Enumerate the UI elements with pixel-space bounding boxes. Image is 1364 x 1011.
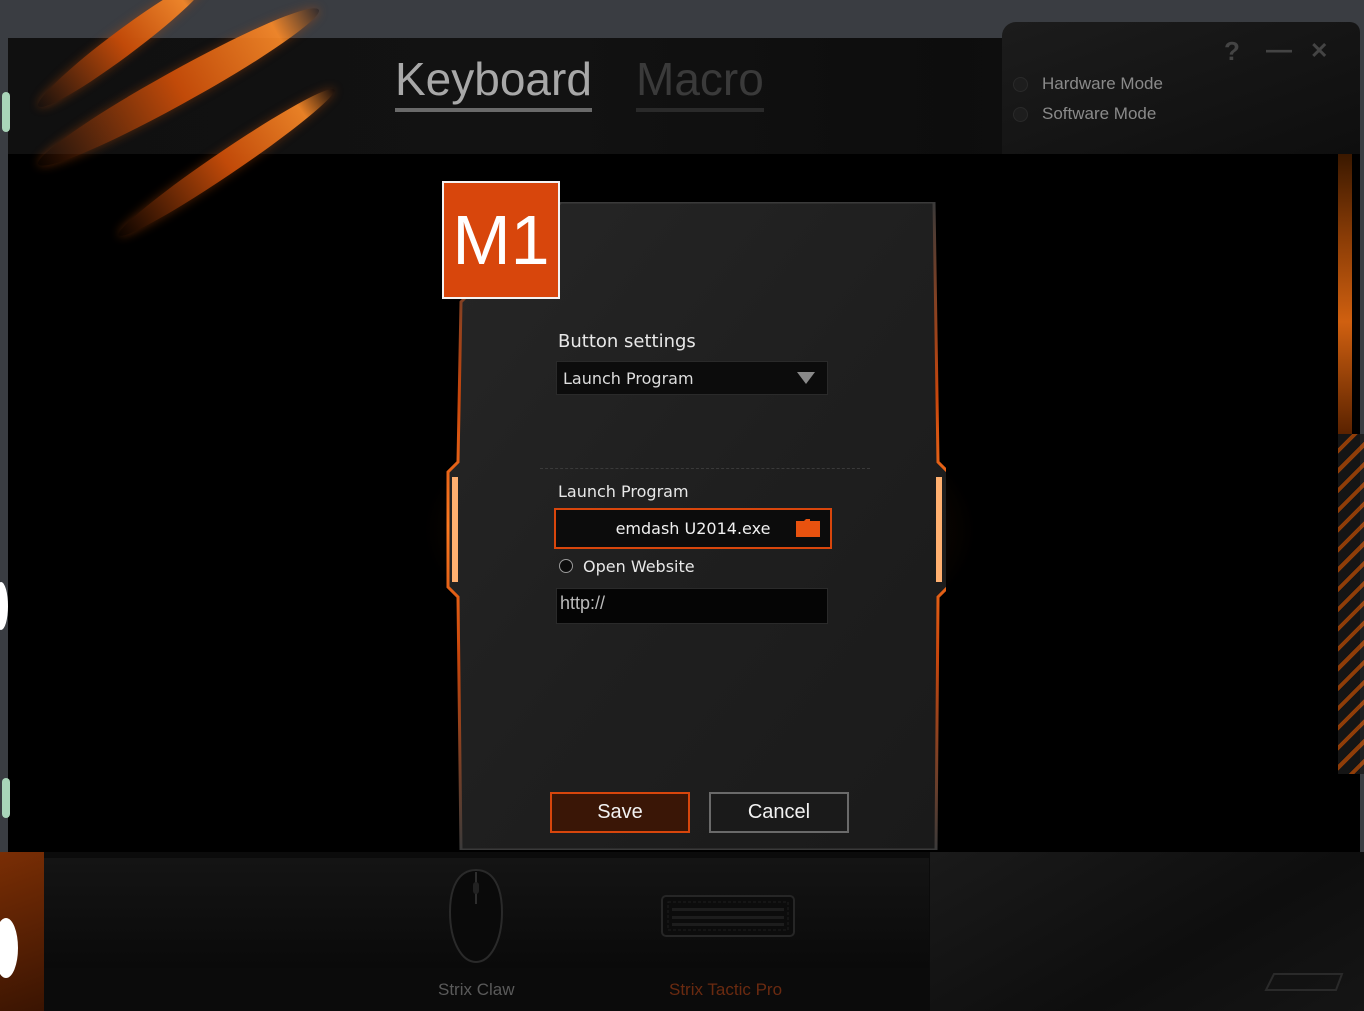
action-select-value: Launch Program bbox=[563, 368, 694, 388]
action-select[interactable]: Launch Program bbox=[556, 361, 828, 395]
software-mode-option[interactable]: Software Mode bbox=[1013, 104, 1156, 124]
open-website-radio[interactable] bbox=[559, 559, 573, 573]
folder-icon[interactable] bbox=[796, 519, 820, 537]
help-button[interactable]: ? bbox=[1224, 36, 1240, 67]
tab-keyboard[interactable]: Keyboard bbox=[395, 52, 592, 112]
close-button[interactable]: ✕ bbox=[1310, 38, 1328, 64]
decorative-stripe bbox=[1338, 434, 1364, 774]
key-badge: M1 bbox=[442, 181, 560, 299]
keyboard-icon[interactable] bbox=[660, 892, 796, 940]
chevron-down-icon[interactable] bbox=[797, 372, 815, 384]
url-input[interactable]: http:// bbox=[556, 588, 828, 624]
radio-icon[interactable] bbox=[1013, 106, 1028, 122]
cancel-button[interactable]: Cancel bbox=[709, 792, 849, 833]
decorative-stripe bbox=[1338, 154, 1352, 434]
program-path-field[interactable]: emdash U2014.exe bbox=[554, 508, 832, 549]
mouse-icon[interactable] bbox=[446, 868, 506, 966]
launch-program-label: Launch Program bbox=[558, 482, 689, 501]
edge-artifact bbox=[0, 582, 8, 630]
divider bbox=[540, 468, 870, 469]
open-website-label: Open Website bbox=[583, 557, 695, 576]
save-button[interactable]: Save bbox=[550, 792, 690, 833]
edge-artifact bbox=[2, 778, 10, 818]
device-label-strix-claw[interactable]: Strix Claw bbox=[438, 980, 515, 1000]
program-path-value: emdash U2014.exe bbox=[615, 519, 771, 538]
brand-logo bbox=[1264, 973, 1344, 991]
button-settings-label: Button settings bbox=[558, 331, 696, 352]
tab-macro[interactable]: Macro bbox=[636, 52, 764, 112]
hardware-mode-label: Hardware Mode bbox=[1042, 74, 1163, 93]
device-label-strix-tactic-pro[interactable]: Strix Tactic Pro bbox=[669, 980, 782, 1000]
radio-icon[interactable] bbox=[1013, 76, 1028, 92]
minimize-button[interactable]: — bbox=[1266, 34, 1292, 65]
edge-artifact bbox=[2, 92, 10, 132]
hardware-mode-option[interactable]: Hardware Mode bbox=[1013, 74, 1163, 94]
software-mode-label: Software Mode bbox=[1042, 104, 1157, 123]
